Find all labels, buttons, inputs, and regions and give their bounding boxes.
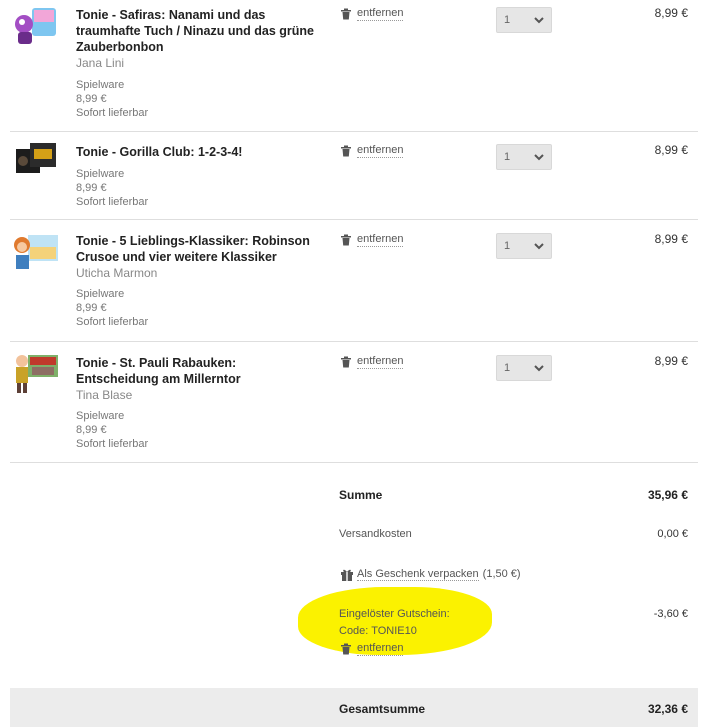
product-category: Spielware bbox=[76, 79, 125, 91]
product-author: Uticha Marmon bbox=[76, 266, 158, 280]
shipping-value: 0,00 € bbox=[657, 528, 688, 540]
product-title[interactable]: Tonie - Safiras: Nanami und das traumhaf… bbox=[76, 7, 316, 55]
gift-icon bbox=[341, 569, 353, 581]
gift-wrap-option[interactable]: Als Geschenk verpacken (1,50 €) bbox=[340, 567, 521, 581]
chevron-down-icon bbox=[534, 243, 544, 250]
total-value: 32,36 € bbox=[647, 702, 688, 716]
product-unit-price: 8,99 € bbox=[76, 424, 107, 436]
product-author: Jana Lini bbox=[76, 56, 125, 70]
product-category: Spielware bbox=[76, 168, 125, 180]
remove-button[interactable]: entfernen bbox=[340, 355, 404, 369]
total-label: Gesamtsumme bbox=[339, 702, 426, 716]
voucher-remove-button[interactable]: entfernen bbox=[340, 642, 404, 656]
item-price: 8,99 € bbox=[654, 354, 688, 368]
quantity-value: 1 bbox=[504, 14, 511, 26]
quantity-select[interactable]: 1 bbox=[496, 7, 552, 33]
remove-label: entfernen bbox=[357, 233, 404, 247]
remove-button[interactable]: entfernen bbox=[340, 144, 404, 158]
subtotal-value: 35,96 € bbox=[647, 488, 688, 502]
divider bbox=[10, 341, 698, 342]
product-title[interactable]: Tonie - St. Pauli Rabauken: Entscheidung… bbox=[76, 355, 316, 387]
subtotal-label: Summe bbox=[339, 488, 383, 502]
remove-button[interactable]: entfernen bbox=[340, 233, 404, 247]
remove-label: entfernen bbox=[357, 7, 404, 21]
product-image[interactable] bbox=[10, 353, 60, 395]
chevron-down-icon bbox=[534, 154, 544, 161]
product-author: Tina Blase bbox=[76, 388, 133, 402]
trash-icon bbox=[341, 145, 351, 157]
quantity-value: 1 bbox=[504, 362, 511, 374]
product-unit-price: 8,99 € bbox=[76, 182, 107, 194]
chevron-down-icon bbox=[534, 365, 544, 372]
product-unit-price: 8,99 € bbox=[76, 93, 107, 105]
item-price: 8,99 € bbox=[654, 6, 688, 20]
voucher-label: Eingelöster Gutschein: bbox=[339, 608, 450, 620]
remove-label: entfernen bbox=[357, 642, 404, 656]
quantity-value: 1 bbox=[504, 151, 511, 163]
trash-icon bbox=[341, 643, 351, 655]
product-unit-price: 8,99 € bbox=[76, 302, 107, 314]
voucher-value: -3,60 € bbox=[653, 608, 688, 620]
remove-label: entfernen bbox=[357, 144, 404, 158]
divider bbox=[10, 219, 698, 220]
trash-icon bbox=[341, 234, 351, 246]
trash-icon bbox=[341, 356, 351, 368]
product-availability: Sofort lieferbar bbox=[76, 316, 149, 328]
product-category: Spielware bbox=[76, 410, 125, 422]
gift-wrap-label: Als Geschenk verpacken bbox=[357, 567, 479, 581]
remove-button[interactable]: entfernen bbox=[340, 7, 404, 21]
shipping-label: Versandkosten bbox=[339, 528, 412, 540]
chevron-down-icon bbox=[534, 17, 544, 24]
voucher-code: Code: TONIE10 bbox=[339, 625, 417, 637]
remove-label: entfernen bbox=[357, 355, 404, 369]
divider bbox=[10, 462, 698, 463]
product-title[interactable]: Tonie - Gorilla Club: 1-2-3-4! bbox=[76, 144, 316, 160]
item-price: 8,99 € bbox=[654, 232, 688, 246]
product-image[interactable] bbox=[10, 4, 60, 46]
product-category: Spielware bbox=[76, 288, 125, 300]
quantity-select[interactable]: 1 bbox=[496, 233, 552, 259]
product-image[interactable] bbox=[10, 141, 60, 183]
trash-icon bbox=[341, 8, 351, 20]
quantity-value: 1 bbox=[504, 240, 511, 252]
product-title[interactable]: Tonie - 5 Lieblings-Klassiker: Robinson … bbox=[76, 233, 316, 265]
quantity-select[interactable]: 1 bbox=[496, 144, 552, 170]
product-availability: Sofort lieferbar bbox=[76, 438, 149, 450]
quantity-select[interactable]: 1 bbox=[496, 355, 552, 381]
product-image[interactable] bbox=[10, 231, 60, 273]
product-availability: Sofort lieferbar bbox=[76, 107, 149, 119]
divider bbox=[10, 131, 698, 132]
product-availability: Sofort lieferbar bbox=[76, 196, 149, 208]
item-price: 8,99 € bbox=[654, 143, 688, 157]
gift-wrap-price: (1,50 €) bbox=[482, 568, 521, 580]
